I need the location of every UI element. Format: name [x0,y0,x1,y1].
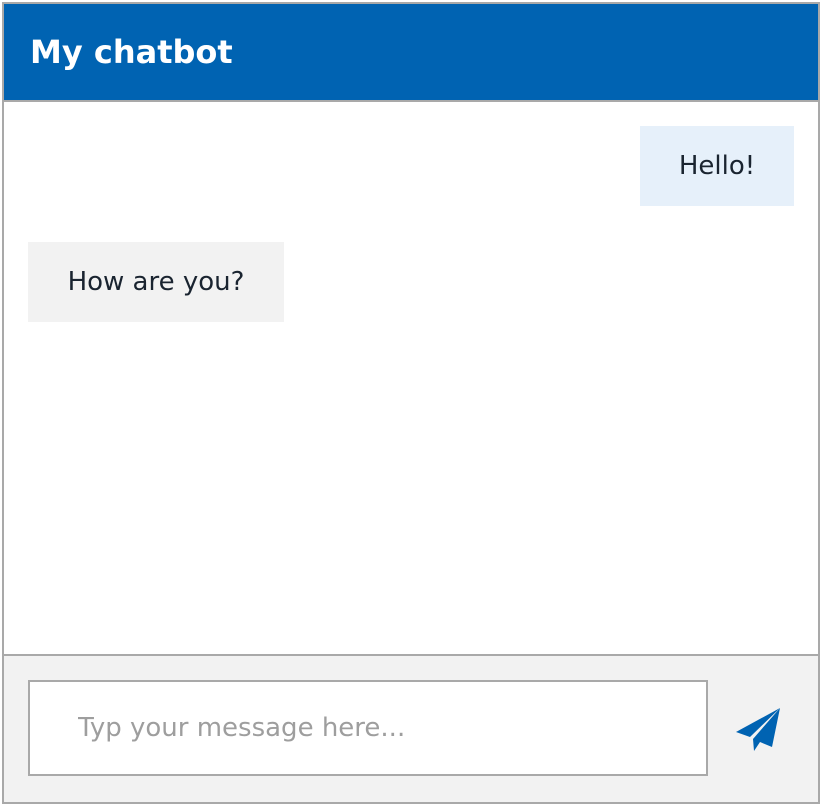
message-bubble-bot: How are you? [28,242,284,322]
chat-title: My chatbot [30,33,233,71]
message-composer [4,654,818,802]
message-bubble-user: Hello! [640,126,794,206]
message-list[interactable]: Hello! How are you? [4,102,818,654]
chat-window: My chatbot Hello! How are you? [2,2,820,804]
send-button[interactable] [730,704,786,754]
message-input[interactable] [28,680,708,776]
chat-header: My chatbot [4,4,818,102]
send-icon [736,708,780,751]
